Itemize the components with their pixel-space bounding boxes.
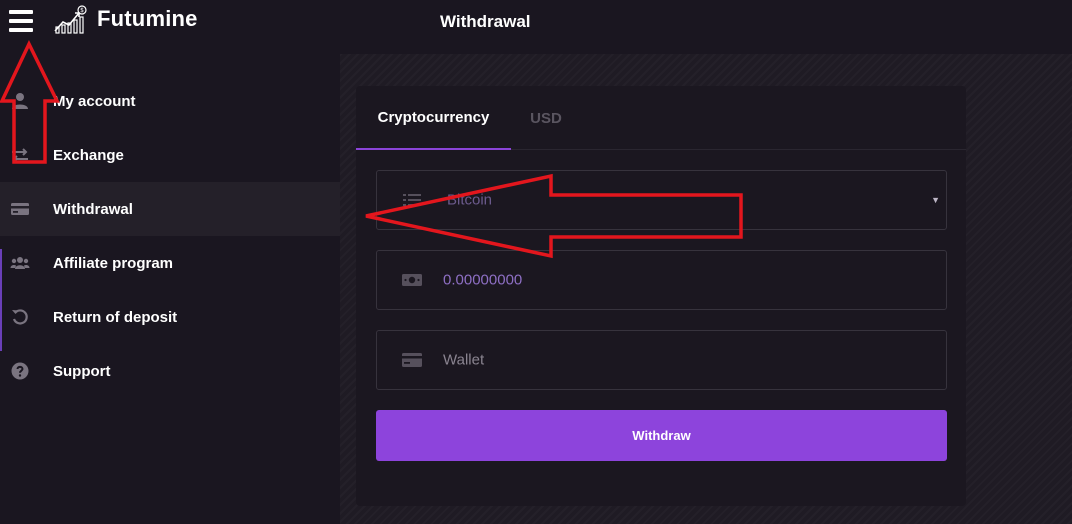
brand-name[interactable]: Futumine bbox=[97, 6, 198, 32]
amount-input[interactable]: 0.00000000 bbox=[376, 250, 947, 310]
sidebar-item-label: Return of deposit bbox=[53, 308, 178, 326]
card-icon bbox=[402, 353, 422, 367]
card-icon bbox=[11, 203, 29, 215]
logo-icon: $ bbox=[54, 5, 87, 34]
page-title: Withdrawal bbox=[440, 12, 531, 31]
user-icon bbox=[12, 93, 28, 109]
sidebar-item-label: Affiliate program bbox=[53, 254, 174, 272]
caret-down-icon: ▼ bbox=[931, 195, 940, 205]
wallet-placeholder: Wallet bbox=[443, 351, 485, 369]
sidebar: My account Exchange Withdrawal Affiliate… bbox=[0, 44, 340, 524]
question-circle-icon bbox=[11, 362, 29, 380]
sidebar-item-return-of-deposit[interactable]: Return of deposit bbox=[0, 290, 340, 344]
undo-icon bbox=[12, 309, 28, 325]
exchange-arrows-icon bbox=[12, 148, 28, 163]
amount-value: 0.00000000 bbox=[443, 271, 523, 289]
sidebar-item-label: Support bbox=[53, 362, 111, 380]
sidebar-item-label: Exchange bbox=[53, 146, 124, 164]
wallet-input[interactable]: Wallet bbox=[376, 330, 947, 390]
currency-tabs: Cryptocurrency USD bbox=[356, 86, 966, 150]
tab-usd[interactable]: USD bbox=[511, 86, 581, 150]
svg-text:$: $ bbox=[80, 7, 84, 14]
money-bill-icon bbox=[402, 274, 422, 286]
top-bar: $ Futumine Withdrawal bbox=[0, 0, 1072, 44]
withdrawal-card: Cryptocurrency USD Bitcoin ▼ 0.00000000 bbox=[356, 86, 966, 506]
sidebar-item-withdrawal[interactable]: Withdrawal bbox=[0, 182, 340, 236]
sidebar-item-affiliate-program[interactable]: Affiliate program bbox=[0, 236, 340, 290]
sidebar-item-my-account[interactable]: My account bbox=[0, 74, 340, 128]
sidebar-item-exchange[interactable]: Exchange bbox=[0, 128, 340, 182]
tab-cryptocurrency[interactable]: Cryptocurrency bbox=[356, 86, 511, 150]
sidebar-item-label: Withdrawal bbox=[53, 200, 133, 218]
sidebar-item-label: My account bbox=[53, 92, 136, 110]
sidebar-item-support[interactable]: Support bbox=[0, 344, 340, 398]
users-group-icon bbox=[10, 257, 30, 269]
currency-select-value: Bitcoin bbox=[447, 191, 493, 209]
withdraw-button[interactable]: Withdraw bbox=[376, 410, 947, 461]
currency-select[interactable]: Bitcoin ▼ bbox=[376, 170, 947, 230]
list-icon bbox=[403, 194, 421, 206]
hamburger-menu-icon[interactable] bbox=[9, 10, 33, 32]
